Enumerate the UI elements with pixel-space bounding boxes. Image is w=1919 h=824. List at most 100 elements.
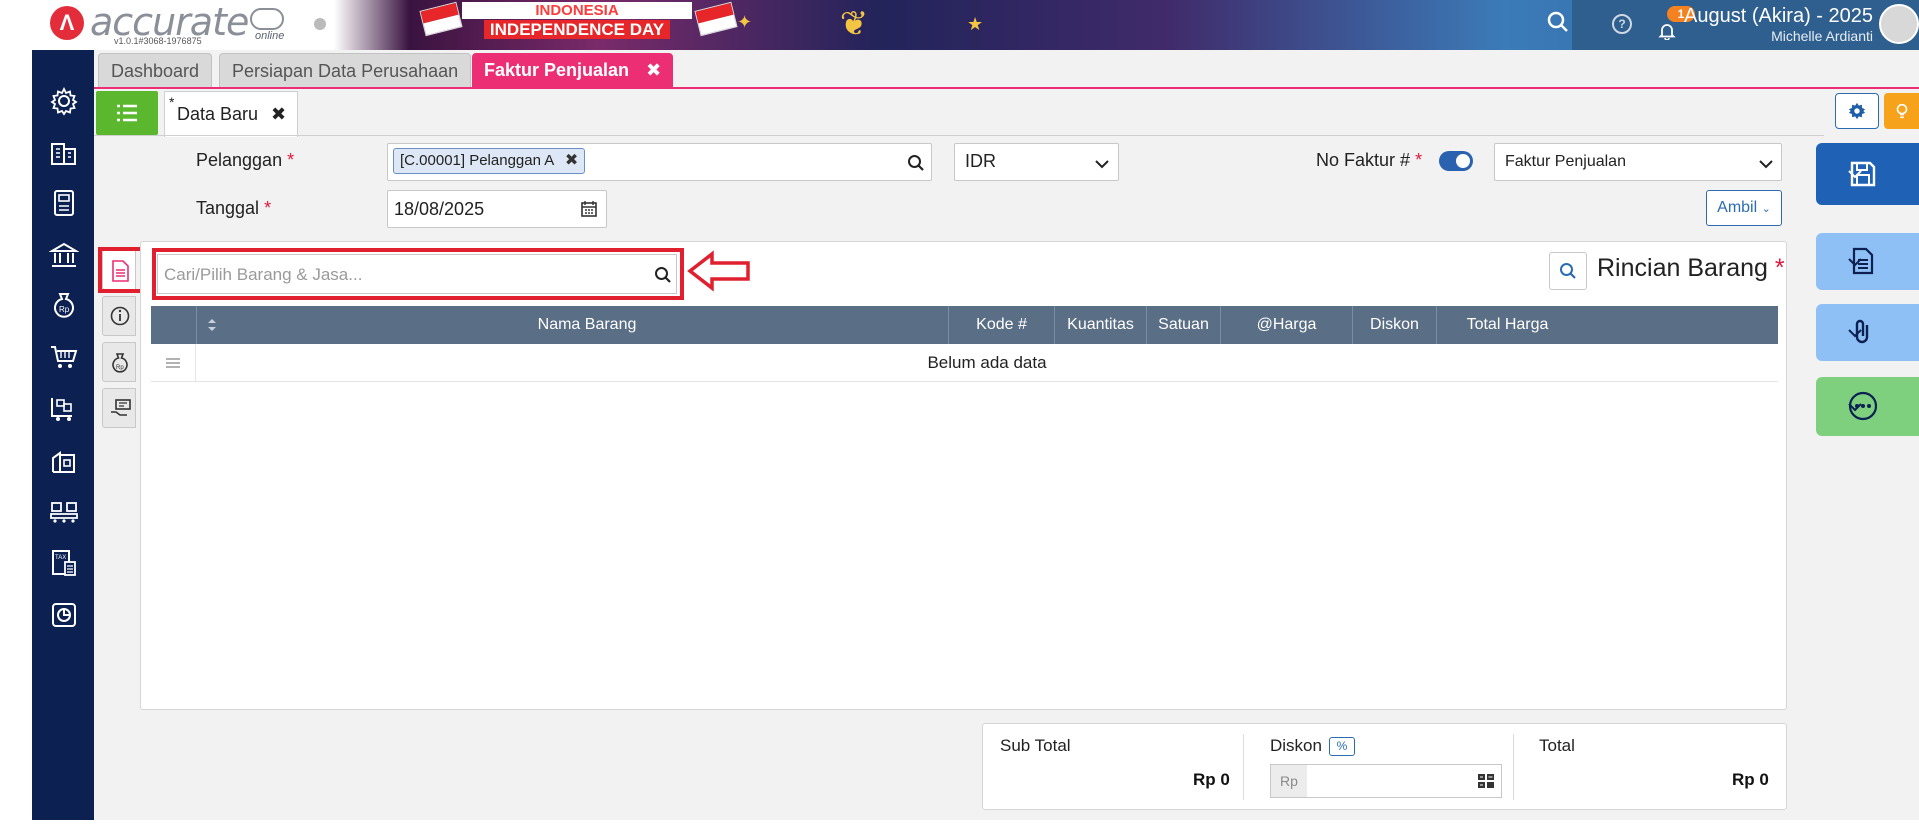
database-name[interactable]: August (Akira) - 2025 [1684, 5, 1873, 28]
tab-faktur-penjualan[interactable]: Faktur Penjualan ✖ [472, 53, 674, 87]
column-harga[interactable]: @Harga [1220, 306, 1352, 344]
svg-text:TAX: TAX [55, 555, 66, 561]
column-diskon[interactable]: Diskon [1352, 306, 1436, 344]
attachment-button[interactable] [1816, 304, 1919, 361]
calculator-icon[interactable] [1478, 774, 1494, 788]
divider [1513, 734, 1514, 800]
money-bag-icon: Rp [112, 353, 128, 373]
highlight-frame [152, 248, 684, 300]
list-view-button[interactable] [96, 91, 158, 135]
ambil-button[interactable]: Ambil ⌄ [1706, 190, 1782, 226]
company-icon[interactable] [49, 138, 79, 168]
subtab-label: Data Baru [177, 104, 259, 124]
rincian-search-button[interactable] [1549, 252, 1587, 290]
totals-panel: Sub Total Rp 0 Diskon % Rp Total Rp 0 [982, 723, 1787, 810]
search-icon[interactable] [907, 154, 925, 172]
purchase-cart-icon[interactable] [49, 394, 79, 424]
side-tab-info[interactable] [102, 296, 136, 336]
rincian-barang-title: Rincian Barang * [1597, 254, 1785, 283]
search-icon[interactable] [1547, 11, 1569, 33]
faktur-type-select[interactable]: Faktur Penjualan [1494, 143, 1782, 181]
currency-select[interactable]: IDR [954, 143, 1119, 181]
required-mark: * [1774, 254, 1785, 282]
column-handle [151, 306, 196, 344]
flag-icon [419, 1, 463, 37]
tanggal-label: Tanggal * [196, 198, 271, 219]
column-total-harga[interactable]: Total Harga [1436, 306, 1578, 344]
payment-icon [111, 399, 131, 416]
subtotal-value: Rp 0 [1193, 770, 1230, 789]
warehouse-icon[interactable] [49, 446, 79, 476]
logo-mark-icon: Λ [50, 6, 84, 40]
close-icon[interactable]: ✖ [271, 104, 286, 125]
arrow-left-icon [687, 250, 750, 292]
bell-icon[interactable] [1658, 22, 1676, 40]
more-actions-button[interactable] [1816, 377, 1919, 436]
close-icon[interactable]: ✖ [646, 60, 661, 80]
inventory-icon[interactable] [49, 496, 79, 526]
ledger-icon[interactable] [49, 188, 79, 218]
auto-number-toggle[interactable] [1439, 151, 1473, 171]
gear-icon [1848, 102, 1866, 120]
chevron-down-icon [1095, 160, 1109, 169]
svg-text:Rp: Rp [59, 305, 70, 314]
tab-underline [94, 87, 1919, 89]
accurate-logo[interactable]: Λ accurate online v1.0.1#3068-1976875 [50, 0, 290, 48]
chevron-down-icon [1848, 258, 1862, 267]
required-mark: * [1415, 150, 1423, 170]
highlight-frame [98, 247, 144, 293]
list-icon [117, 104, 137, 122]
column-kode[interactable]: Kode # [948, 306, 1054, 344]
total-value: Rp 0 [1732, 770, 1769, 789]
column-satuan[interactable]: Satuan [1146, 306, 1220, 344]
remove-chip-icon[interactable]: ✖ [565, 149, 578, 173]
money-bag-icon[interactable]: Rp [49, 290, 79, 320]
tax-icon[interactable]: TAX [49, 548, 79, 578]
settings-icon[interactable] [49, 86, 79, 116]
account-panel: ? 1 August (Akira) - 2025 Michelle Ardia… [1572, 0, 1919, 50]
tanggal-field[interactable]: 18/08/2025 [387, 190, 607, 228]
settings-button[interactable] [1835, 93, 1879, 129]
document-actions-button[interactable] [1816, 233, 1919, 290]
faktur-type-value: Faktur Penjualan [1505, 153, 1626, 170]
chevron-down-icon [1848, 170, 1862, 179]
chevron-down-icon [1848, 403, 1862, 412]
table-header: Nama Barang Kode # Kuantitas Satuan @Har… [151, 306, 1778, 344]
avatar[interactable] [1879, 4, 1919, 44]
side-tab-pembayaran[interactable] [102, 388, 136, 428]
search-icon [1560, 263, 1576, 279]
main-area: Dashboard Persiapan Data Perusahaan Fakt… [94, 50, 1919, 820]
customer-chip[interactable]: [C.00001] Pelanggan A ✖ [393, 148, 586, 174]
column-nama-barang[interactable]: Nama Barang [226, 306, 948, 344]
bank-icon[interactable] [49, 240, 79, 270]
lightbulb-icon [1896, 103, 1908, 119]
rincian-title-text: Rincian Barang [1597, 254, 1768, 282]
app-root: Λ accurate online v1.0.1#3068-1976875 IN… [0, 0, 1919, 824]
column-kuantitas[interactable]: Kuantitas [1054, 306, 1146, 344]
tips-button[interactable] [1884, 93, 1919, 129]
save-button[interactable] [1816, 143, 1919, 205]
pelanggan-label: Pelanggan * [196, 150, 294, 171]
diskon-percent-toggle[interactable]: % [1329, 737, 1355, 756]
tab-data-baru[interactable]: * Data Baru ✖ [164, 91, 298, 137]
currency-value: IDR [965, 151, 996, 171]
report-icon[interactable] [49, 600, 79, 630]
diskon-label: Diskon [1270, 736, 1322, 755]
table-row: Belum ada data [151, 344, 1778, 382]
side-tab-biaya[interactable]: Rp [102, 342, 136, 382]
sort-icon[interactable] [196, 306, 226, 344]
help-icon[interactable]: ? [1612, 14, 1632, 34]
diskon-input[interactable]: Rp [1270, 764, 1502, 798]
tab-persiapan-data[interactable]: Persiapan Data Perusahaan [219, 53, 472, 87]
flag-icon [694, 1, 738, 37]
calendar-icon[interactable] [580, 200, 598, 218]
row-drag-handle[interactable] [151, 344, 196, 382]
no-faktur-label-text: No Faktur # [1316, 150, 1411, 170]
star-icon: ✦ [737, 12, 753, 32]
customer-chip-label: [C.00001] Pelanggan A [400, 152, 555, 169]
pelanggan-field[interactable]: [C.00001] Pelanggan A ✖ [387, 143, 932, 181]
tab-dashboard[interactable]: Dashboard [98, 53, 213, 87]
sales-cart-icon[interactable] [49, 342, 79, 372]
banner-line-2: INDEPENDENCE DAY [483, 20, 671, 39]
required-mark: * [287, 150, 295, 170]
